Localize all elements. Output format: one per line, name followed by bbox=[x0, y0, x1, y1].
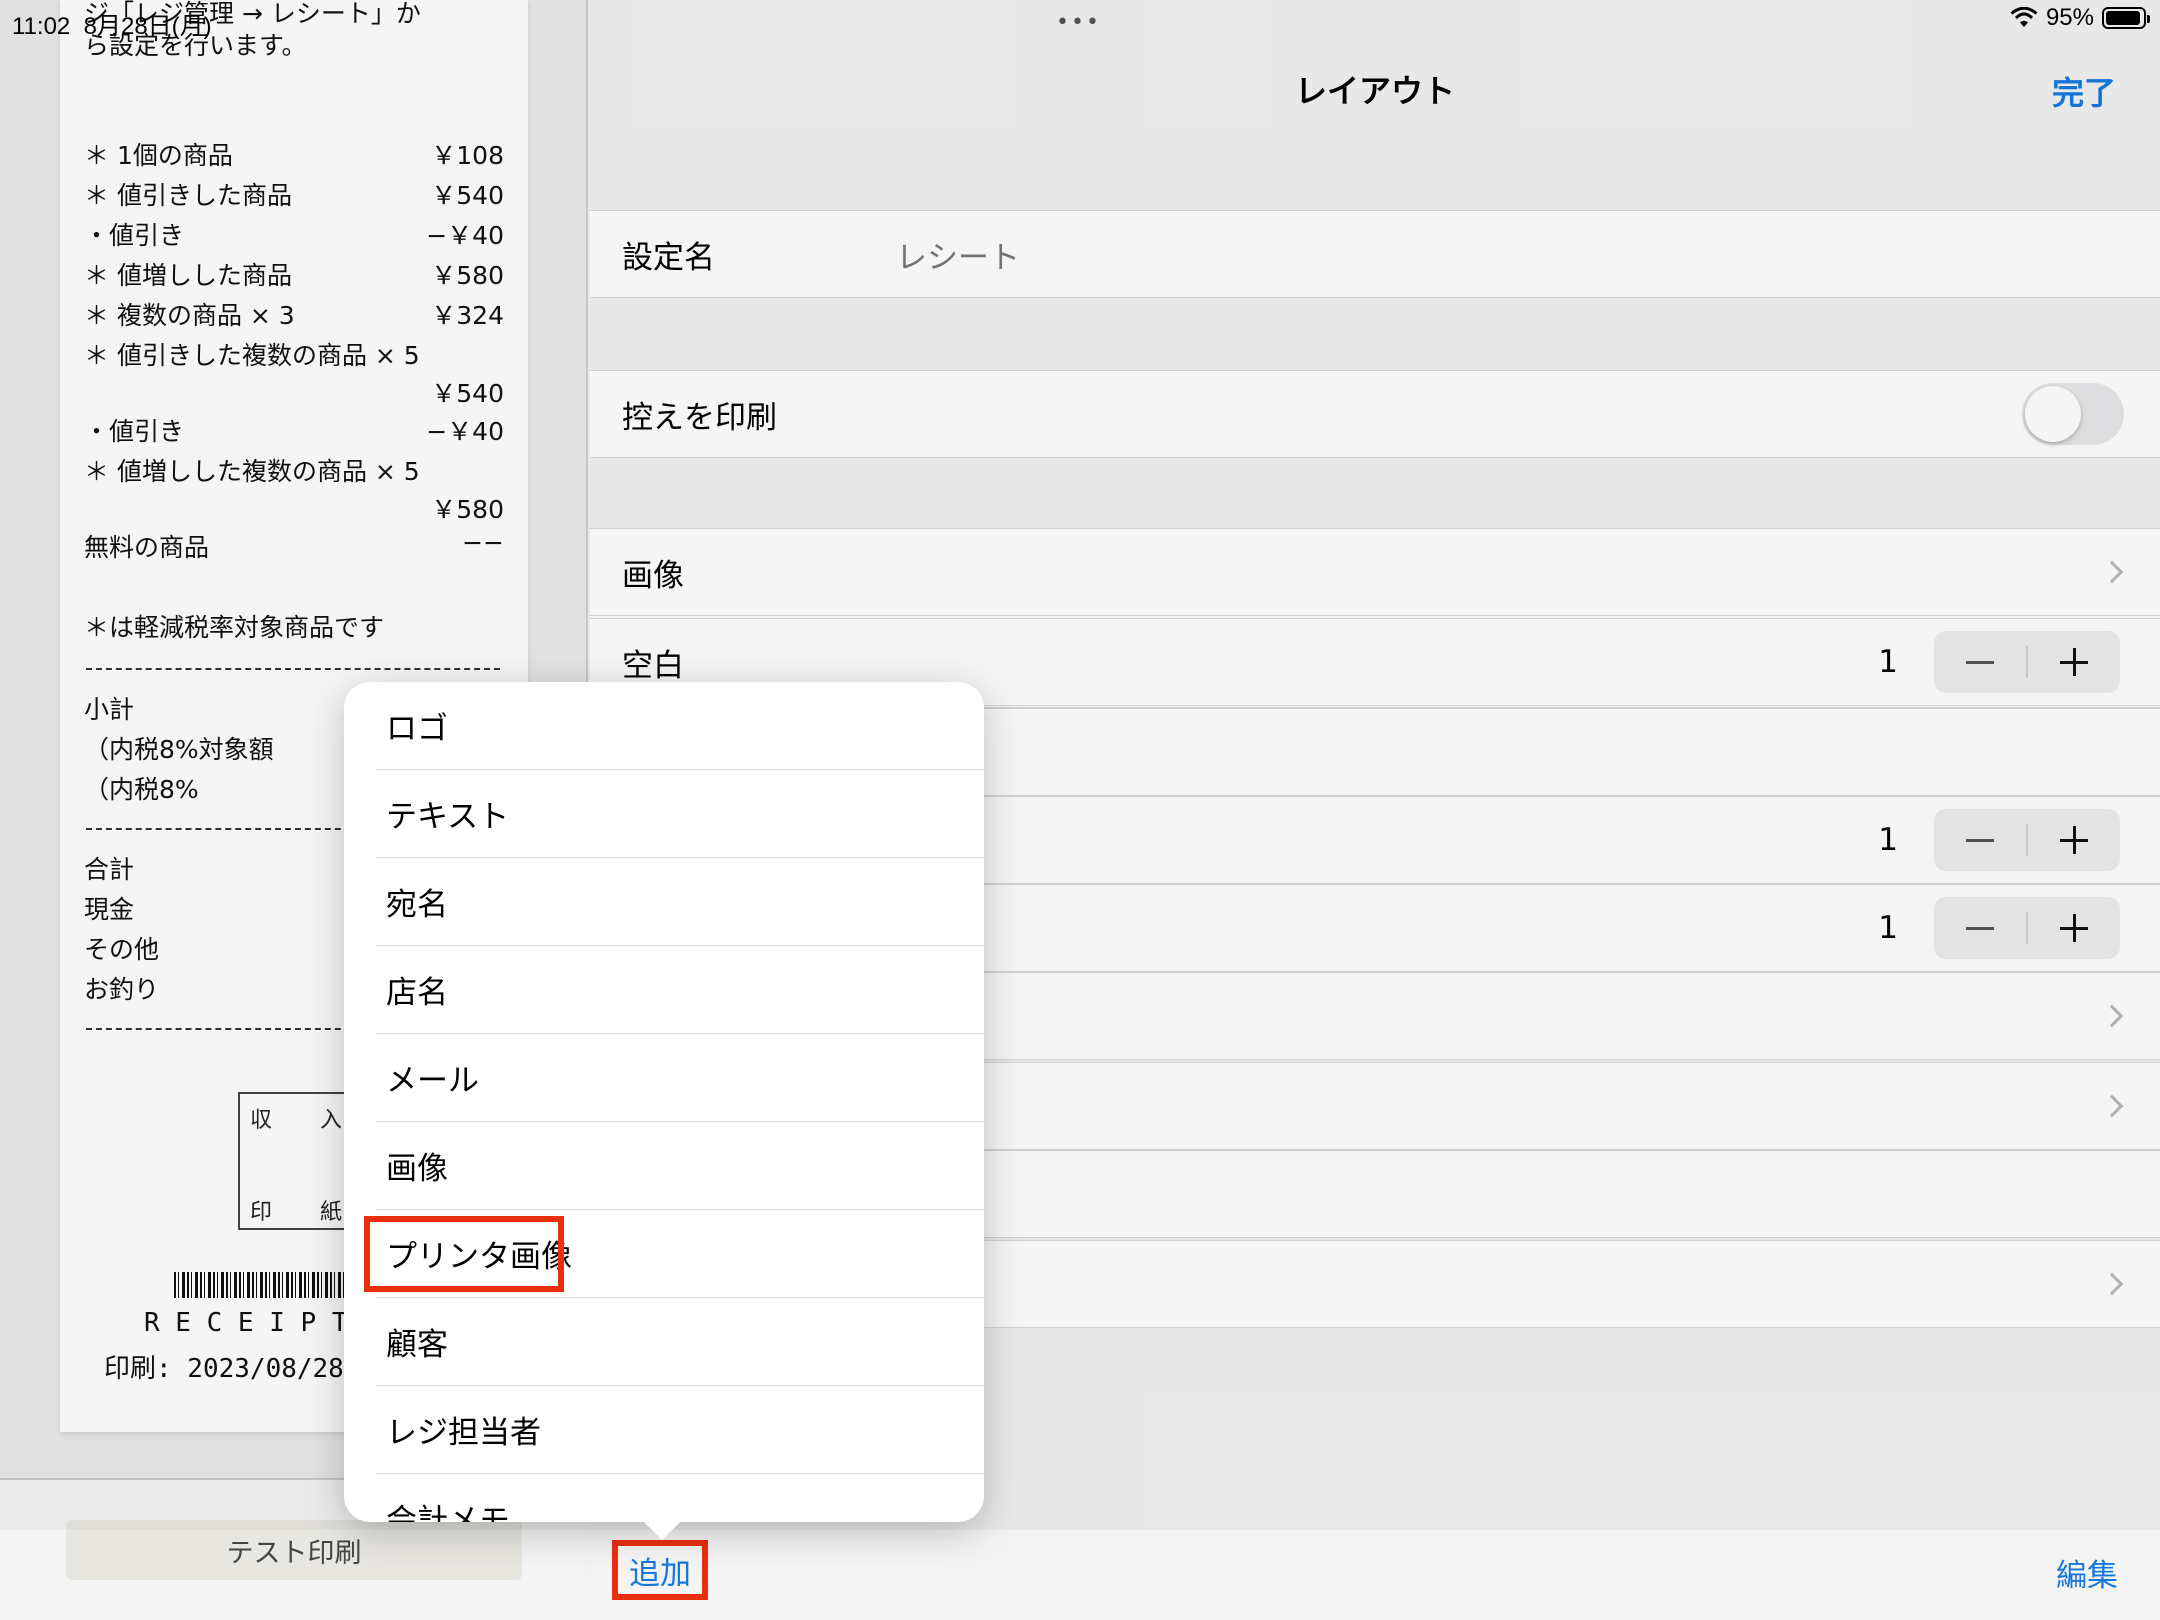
toggle-knob bbox=[2025, 386, 2081, 442]
receipt-item-label: ＊ 複数の商品 × 3 bbox=[84, 301, 295, 330]
add-button[interactable]: 追加 bbox=[612, 1540, 708, 1600]
blank-stepper bbox=[1934, 631, 2120, 693]
receipt-title: R E C E I P T bbox=[144, 1308, 348, 1338]
print-copy-row: 控えを印刷 bbox=[590, 370, 2160, 458]
minus-icon[interactable] bbox=[1934, 897, 2026, 959]
receipt-item-price: −￥40 bbox=[426, 417, 504, 446]
stepper-value: 1 bbox=[1878, 910, 1898, 946]
popover-item[interactable]: 店名 bbox=[376, 946, 984, 1034]
receipt-item-label: ＊ 1個の商品 bbox=[84, 141, 233, 170]
receipt-item-price: ￥540 bbox=[431, 181, 504, 210]
receipt-tax: （内税8% bbox=[84, 775, 199, 804]
receipt-item-label: ＊ 値増しした商品 bbox=[84, 261, 292, 290]
popover-item-label: 会計メモ bbox=[386, 1503, 510, 1522]
test-print-button[interactable]: テスト印刷 bbox=[66, 1520, 522, 1580]
print-copy-label: 控えを印刷 bbox=[622, 399, 777, 436]
receipt-printed-date: 印刷: 2023/08/28 bbox=[104, 1354, 344, 1384]
status-date: 8月28日(月) bbox=[83, 13, 212, 40]
plus-icon[interactable] bbox=[2028, 809, 2120, 871]
status-indicators: 95% bbox=[2010, 4, 2150, 32]
minus-icon[interactable] bbox=[1934, 809, 2026, 871]
chevron-right-icon bbox=[2100, 1094, 2124, 1118]
page-title: レイアウト bbox=[1294, 72, 1455, 110]
minus-icon[interactable] bbox=[1934, 631, 2026, 693]
edit-button[interactable]: 編集 bbox=[2056, 1550, 2118, 1595]
barcode-icon bbox=[174, 1272, 344, 1298]
layout-item-image[interactable]: 画像 bbox=[590, 528, 2160, 616]
popover-item-label: 店名 bbox=[386, 975, 448, 1011]
popover-item-label: メール bbox=[386, 1063, 479, 1099]
receipt-item-label: ・値引き bbox=[84, 221, 185, 250]
stamp-char: 印 bbox=[250, 1200, 273, 1225]
receipt-other: その他 bbox=[84, 935, 160, 964]
popover-item[interactable]: プリンタ画像 bbox=[376, 1210, 984, 1298]
add-item-popover: ロゴテキスト宛名店名メール画像プリンタ画像 顧客レジ担当者会計メモ bbox=[344, 682, 984, 1522]
chevron-right-icon bbox=[2100, 560, 2124, 584]
stepper-value: 1 bbox=[1878, 822, 1898, 858]
battery-icon bbox=[2102, 7, 2150, 29]
battery-percent: 95% bbox=[2045, 4, 2094, 31]
popover-item-label: ロゴ bbox=[386, 711, 448, 747]
popover-item-label: テキスト bbox=[386, 799, 510, 835]
stamp-char: 入 bbox=[320, 1108, 343, 1133]
wifi-icon bbox=[2010, 7, 2038, 27]
receipt-item-label: 無料の商品 bbox=[84, 533, 210, 562]
setting-name-label: 設定名 bbox=[622, 239, 715, 276]
receipt-item-price: −￥40 bbox=[426, 221, 504, 250]
done-button[interactable]: 完了 bbox=[2052, 68, 2116, 114]
receipt-item-price: ￥580 bbox=[431, 495, 504, 524]
popover-item[interactable]: 顧客 bbox=[376, 1298, 984, 1386]
popover-item[interactable]: レジ担当者 bbox=[376, 1386, 984, 1474]
layout-stepper bbox=[1934, 897, 2120, 959]
layout-item-blank-label: 空白 bbox=[622, 647, 684, 684]
stamp-char: 紙 bbox=[320, 1200, 343, 1225]
popover-item-label: 画像 bbox=[386, 1151, 448, 1187]
receipt-item-label: ＊ 値引きした商品 bbox=[84, 181, 292, 210]
receipt-item-price: ￥580 bbox=[431, 261, 504, 290]
bottom-toolbar bbox=[590, 1530, 2160, 1620]
status-time: 11:02 8月28日(月) bbox=[12, 13, 212, 40]
receipt-tax-base: （内税8%対象額 bbox=[84, 735, 274, 764]
receipt-item-label: ＊ 値引きした複数の商品 × 5 bbox=[84, 341, 420, 370]
layout-stepper bbox=[1934, 809, 2120, 871]
receipt-item-label: ・値引き bbox=[84, 417, 185, 446]
receipt-change: お釣り bbox=[84, 975, 160, 1004]
plus-icon[interactable] bbox=[2028, 631, 2120, 693]
setting-name-row[interactable]: 設定名 レシート bbox=[590, 210, 2160, 298]
receipt-divider bbox=[86, 668, 500, 670]
popover-item[interactable]: 画像 bbox=[376, 1122, 984, 1210]
chevron-right-icon bbox=[2100, 1004, 2124, 1028]
receipt-item-price: ￥324 bbox=[431, 301, 504, 330]
receipt-item-price: −− bbox=[462, 528, 504, 557]
layout-item-image-label: 画像 bbox=[622, 557, 684, 594]
popover-item[interactable]: 宛名 bbox=[376, 858, 984, 946]
print-copy-toggle[interactable] bbox=[2022, 383, 2124, 445]
receipt-item-label: ＊ 値増しした複数の商品 × 5 bbox=[84, 457, 420, 486]
chevron-right-icon bbox=[2100, 1272, 2124, 1296]
popover-item[interactable]: テキスト bbox=[376, 770, 984, 858]
blank-stepper-value: 1 bbox=[1878, 644, 1898, 680]
receipt-subtotal: 小計 bbox=[84, 695, 135, 724]
popover-item[interactable]: 会計メモ bbox=[376, 1474, 984, 1522]
receipt-item-price: ￥108 bbox=[431, 141, 504, 170]
multitasking-dots-icon[interactable]: ••• bbox=[1056, 10, 1101, 35]
receipt-item-price: ￥540 bbox=[431, 379, 504, 408]
popover-item[interactable]: メール bbox=[376, 1034, 984, 1122]
stamp-char: 収 bbox=[250, 1108, 273, 1133]
receipt-tax-note: ＊は軽減税率対象商品です bbox=[84, 613, 385, 642]
receipt-cash: 現金 bbox=[84, 895, 135, 924]
popover-arrow bbox=[640, 1518, 684, 1540]
setting-name-value[interactable]: レシート bbox=[896, 232, 1020, 277]
popover-item-label: プリンタ画像 bbox=[386, 1239, 572, 1275]
revenue-stamp-box: 収 入 印 紙 bbox=[238, 1092, 358, 1230]
receipt-total: 合計 bbox=[84, 855, 135, 884]
popover-item[interactable]: ロゴ bbox=[376, 682, 984, 770]
popover-item-label: 宛名 bbox=[386, 887, 448, 923]
popover-item-label: レジ担当者 bbox=[386, 1415, 541, 1451]
plus-icon[interactable] bbox=[2028, 897, 2120, 959]
popover-item-label: 顧客 bbox=[386, 1327, 448, 1363]
